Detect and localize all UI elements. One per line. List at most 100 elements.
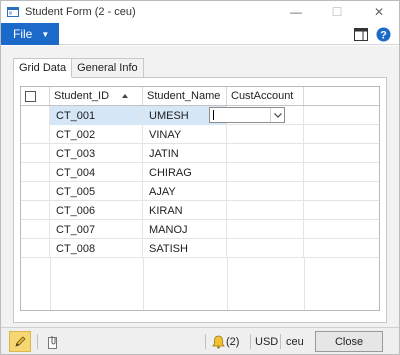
column-header-label: CustAccount [231, 90, 294, 102]
table-row[interactable]: CT_001 UMESH [21, 106, 379, 125]
minimize-icon: — [290, 5, 302, 19]
select-all-cell [21, 87, 50, 105]
close-window-button[interactable]: ✕ [364, 1, 394, 23]
maximize-icon: ☐ [331, 5, 343, 19]
cust-account-cell[interactable] [227, 182, 304, 201]
status-separator [37, 334, 38, 349]
maximize-button[interactable]: ☐ [322, 1, 352, 23]
edit-mode-button[interactable] [9, 331, 31, 352]
file-menu-label: File [13, 27, 33, 41]
help-button[interactable]: ? [375, 26, 391, 42]
tab-grid-data[interactable]: Grid Data [13, 58, 73, 78]
table-row[interactable]: CT_005 AJAY [21, 182, 379, 201]
cust-account-cell[interactable] [227, 144, 304, 163]
row-selector[interactable] [21, 201, 50, 220]
student-name-cell[interactable]: KIRAN [143, 201, 227, 220]
column-header-cust-account[interactable]: CustAccount [227, 87, 304, 105]
cust-account-input[interactable] [209, 107, 285, 123]
table-row[interactable]: CT_008 SATISH [21, 239, 379, 258]
student-id-cell[interactable]: CT_006 [50, 201, 143, 220]
column-header-student-name[interactable]: Student_Name [143, 87, 227, 105]
row-selector[interactable] [21, 239, 50, 258]
status-separator [205, 334, 206, 349]
student-name-cell[interactable]: CHIRAG [143, 163, 227, 182]
tab-panel-grid-data: Student_ID Student_Name CustAccount CT_0… [13, 77, 387, 323]
help-icon: ? [376, 27, 390, 41]
cust-account-cell[interactable] [227, 239, 304, 258]
table-row[interactable]: CT_006 KIRAN [21, 201, 379, 220]
close-button[interactable]: Close [315, 331, 383, 352]
cust-account-cell[interactable] [227, 163, 304, 182]
cust-account-cell[interactable] [227, 220, 304, 239]
form-content: Grid Data General Info Student_ID Studen… [1, 46, 399, 327]
notifications-count: (2) [226, 335, 240, 348]
row-selector[interactable] [21, 144, 50, 163]
minimize-button[interactable]: — [281, 1, 311, 23]
grid-divider [50, 258, 51, 310]
student-name-cell[interactable]: SATISH [143, 239, 227, 258]
row-selector[interactable] [21, 125, 50, 144]
attachment-icon [47, 335, 57, 349]
cust-account-cell[interactable] [227, 201, 304, 220]
student-id-cell[interactable]: CT_001 [50, 106, 143, 125]
tab-general-info[interactable]: General Info [71, 58, 144, 78]
layout-icon [354, 27, 368, 41]
row-selector[interactable] [21, 182, 50, 201]
select-all-checkbox[interactable] [25, 91, 36, 102]
student-name-cell[interactable]: VINAY [143, 125, 227, 144]
table-row[interactable]: CT_007 MANOJ [21, 220, 379, 239]
bell-icon [212, 335, 225, 349]
chevron-down-icon: ▼ [41, 29, 50, 39]
title-bar: Student Form (2 - ceu) — ☐ ✕ [1, 1, 399, 23]
student-form-window: Student Form (2 - ceu) — ☐ ✕ File ▼ ? Gr [0, 0, 400, 355]
file-menu-button[interactable]: File ▼ [1, 23, 59, 45]
app-icon [7, 7, 19, 17]
layout-button[interactable] [353, 26, 369, 42]
row-selector[interactable] [21, 106, 50, 125]
student-name-cell[interactable]: AJAY [143, 182, 227, 201]
table-row[interactable]: CT_003 JATIN [21, 144, 379, 163]
tab-strip: Grid Data General Info [13, 58, 144, 78]
close-icon: ✕ [373, 5, 385, 19]
student-name-cell[interactable]: MANOJ [143, 220, 227, 239]
ribbon: File ▼ ? [1, 23, 399, 45]
svg-text:?: ? [380, 29, 387, 41]
grid-divider [227, 258, 228, 310]
cust-account-dropdown-button[interactable] [270, 108, 284, 122]
table-row[interactable]: CT_002 VINAY [21, 125, 379, 144]
row-selector[interactable] [21, 163, 50, 182]
notifications-indicator[interactable]: (2) [212, 328, 239, 355]
grid-divider [143, 258, 144, 310]
student-id-cell[interactable]: CT_003 [50, 144, 143, 163]
student-id-cell[interactable]: CT_007 [50, 220, 143, 239]
currency-indicator[interactable]: USD [255, 328, 278, 355]
pencil-icon [14, 336, 26, 347]
tab-label: General Info [77, 62, 138, 74]
student-id-cell[interactable]: CT_002 [50, 125, 143, 144]
chevron-down-icon [273, 112, 282, 118]
student-id-cell[interactable]: CT_004 [50, 163, 143, 182]
cust-account-cell[interactable] [227, 125, 304, 144]
column-header-student-id[interactable]: Student_ID [50, 87, 143, 105]
column-header-label: Student_ID [54, 90, 110, 102]
tab-label: Grid Data [19, 62, 67, 74]
column-header-label: Student_Name [147, 90, 221, 102]
row-selector[interactable] [21, 220, 50, 239]
company-label: ceu [286, 335, 304, 348]
text-cursor [213, 110, 214, 120]
student-id-cell[interactable]: CT_005 [50, 182, 143, 201]
company-indicator[interactable]: ceu [286, 328, 304, 355]
grid-divider [304, 258, 305, 310]
table-row[interactable]: CT_004 CHIRAG [21, 163, 379, 182]
student-name-cell[interactable]: JATIN [143, 144, 227, 163]
attachments-button[interactable] [45, 328, 61, 355]
grid-header: Student_ID Student_Name CustAccount [21, 87, 379, 106]
window-title: Student Form (2 - ceu) [25, 6, 136, 18]
status-bar: (2) USD ceu Close [1, 327, 399, 354]
status-separator [250, 334, 251, 349]
student-grid: Student_ID Student_Name CustAccount CT_0… [20, 86, 380, 311]
close-button-label: Close [334, 335, 364, 348]
currency-label: USD [255, 335, 279, 348]
sort-ascending-icon [122, 94, 128, 98]
student-id-cell[interactable]: CT_008 [50, 239, 143, 258]
